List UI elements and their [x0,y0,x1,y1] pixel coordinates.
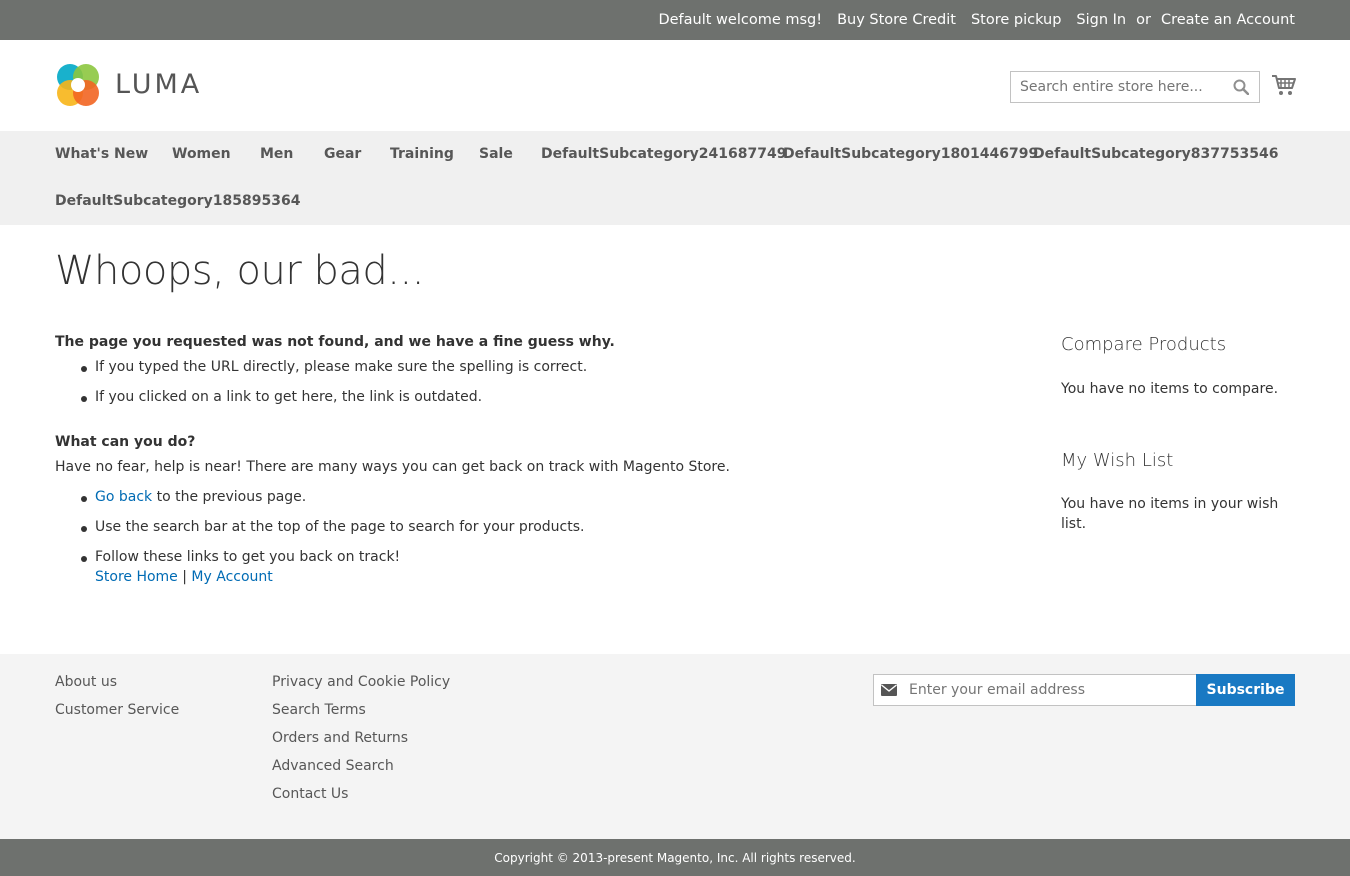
sign-in-link[interactable]: Sign In [1076,12,1126,28]
nav-item-subcategory-185895364[interactable]: DefaultSubcategory185895364 [55,193,300,209]
welcome-message: Default welcome msg! [658,12,823,28]
page-title: Whoops, our bad... [55,248,424,294]
nav-item-training[interactable]: Training [390,146,454,162]
helpful-links: Store Home | My Account [95,569,273,585]
nav-item-whats-new[interactable]: What's New [55,146,148,162]
footer-link-contact-us[interactable]: Contact Us [272,786,348,802]
nav-item-subcategory-241687749[interactable]: DefaultSubcategory241687749 [541,146,786,162]
main-navigation: What's New Women Men Gear Training Sale … [0,131,1350,225]
compare-empty-message: You have no items to compare. [1061,381,1279,397]
store-pickup-link[interactable]: Store pickup [971,12,1061,28]
nav-item-gear[interactable]: Gear [324,146,361,162]
footer-link-advanced-search[interactable]: Advanced Search [272,758,394,774]
reason-url-typed: If you typed the URL directly, please ma… [80,359,588,375]
go-back-item: Go back to the previous page. [80,489,307,505]
footer-link-about-us[interactable]: About us [55,674,117,690]
panel-links: Default welcome msg! Buy Store Credit St… [658,0,1295,40]
or-separator: or [1136,12,1151,28]
top-panel: Default welcome msg! Buy Store Credit St… [0,0,1350,40]
store-home-link[interactable]: Store Home [95,569,178,585]
my-account-link[interactable]: My Account [191,569,272,585]
newsletter-field [873,674,1197,706]
follow-links-text: Follow these links to get you back on tr… [80,549,401,565]
nav-item-subcategory-837753546[interactable]: DefaultSubcategory837753546 [1033,146,1278,162]
copyright-text: Copyright © 2013-present Magento, Inc. A… [494,850,856,865]
newsletter-email-input[interactable] [909,675,1194,705]
not-found-heading: The page you requested was not found, an… [55,334,615,350]
nav-item-men[interactable]: Men [260,146,293,162]
copyright-bar: Copyright © 2013-present Magento, Inc. A… [0,839,1350,876]
envelope-icon [881,684,897,696]
footer-link-privacy-policy[interactable]: Privacy and Cookie Policy [272,674,450,690]
go-back-rest: to the previous page. [152,489,307,505]
wishlist-empty-message: You have no items in your wish list. [1061,496,1279,532]
footer-link-search-terms[interactable]: Search Terms [272,702,366,718]
reason-link-outdated: If you clicked on a link to get here, th… [80,389,483,405]
what-can-you-do-heading: What can you do? [55,434,196,450]
compare-products-title: Compare Products [1061,334,1227,355]
create-account-link[interactable]: Create an Account [1161,12,1295,28]
luma-logo-icon [57,63,99,106]
logo-text: LUMA [115,69,203,100]
go-back-link[interactable]: Go back [95,489,152,505]
luma-logo[interactable]: LUMA [55,62,205,107]
buy-store-credit-link[interactable]: Buy Store Credit [837,12,956,28]
cart-icon[interactable] [1271,73,1297,97]
nav-item-women[interactable]: Women [172,146,231,162]
help-text: Have no fear, help is near! There are ma… [55,459,730,475]
footer-link-customer-service[interactable]: Customer Service [55,702,179,718]
footer-link-orders-returns[interactable]: Orders and Returns [272,730,408,746]
nav-item-subcategory-1801446799[interactable]: DefaultSubcategory1801446799 [783,146,1038,162]
nav-item-sale[interactable]: Sale [479,146,513,162]
search-icon[interactable] [1233,79,1249,95]
search-input[interactable] [1011,72,1226,102]
search-tip: Use the search bar at the top of the pag… [80,519,585,535]
wishlist-title: My Wish List [1061,450,1174,471]
subscribe-button[interactable]: Subscribe [1196,674,1295,706]
search-box [1010,71,1260,103]
link-separator: | [182,569,187,585]
